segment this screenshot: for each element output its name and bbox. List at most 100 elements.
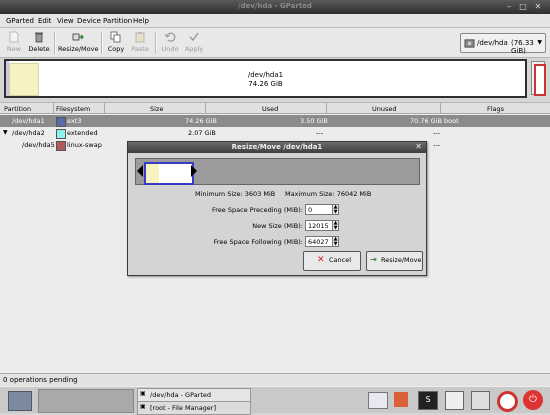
chevron-down-icon: ▼ xyxy=(537,39,542,46)
menu-help[interactable]: Help xyxy=(133,17,149,25)
trash-icon xyxy=(35,32,43,43)
taskbar-task-gparted[interactable]: ▣ /dev/hda - GParted xyxy=(137,388,251,402)
toolbar-separator xyxy=(101,32,103,54)
start-menu-icon[interactable] xyxy=(8,391,32,411)
spin-buttons[interactable]: ▲ ▼ xyxy=(332,236,339,247)
col-filesystem[interactable]: Filesystem xyxy=(56,105,90,113)
paste-icon xyxy=(135,32,145,43)
free-space-preceding-label: Free Space Preceding (MiB): xyxy=(211,206,303,214)
col-flags[interactable]: Flags xyxy=(487,105,504,113)
paste-button[interactable]: Paste xyxy=(129,30,151,56)
desktop-switcher[interactable] xyxy=(38,389,134,413)
power-icon[interactable]: ⏻ xyxy=(523,390,543,410)
menu-device[interactable]: Device xyxy=(77,17,101,25)
dialog-title: Resize/Move /dev/hda1 xyxy=(231,143,323,151)
partition-block[interactable] xyxy=(144,162,194,185)
row-size: 2.07 GiB xyxy=(188,129,216,137)
minimize-icon[interactable]: – xyxy=(504,2,514,12)
resize-move-confirm-label: Resize/Move xyxy=(381,256,422,264)
row-partition: /dev/hda1 xyxy=(12,117,45,125)
menu-bar: GParted Edit View Device Partition Help xyxy=(0,14,550,28)
window-title: /dev/hda - GParted xyxy=(238,2,312,10)
taskbar: ▣ /dev/hda - GParted ▣ [root - File Mana… xyxy=(0,386,550,415)
filesystem-color-swatch xyxy=(56,117,66,127)
filesystem-color-swatch xyxy=(56,141,66,151)
row-size: 74.26 GiB xyxy=(185,117,217,125)
table-row[interactable]: /dev/hda1 ext3 74.26 GiB 3.50 GiB 70.76 … xyxy=(0,115,550,127)
window-icon: ▣ xyxy=(140,403,146,410)
cancel-button[interactable]: ✕ Cancel xyxy=(303,251,361,271)
lifebuoy-icon[interactable] xyxy=(497,391,518,412)
toolbar-separator xyxy=(155,32,157,54)
right-handle-icon[interactable] xyxy=(191,165,197,177)
menu-partition[interactable]: Partition xyxy=(103,17,132,25)
row-partition: /dev/hda5 xyxy=(22,141,55,149)
col-used[interactable]: Used xyxy=(262,105,278,113)
row-filesystem: extended xyxy=(67,129,98,137)
partition-map[interactable]: /dev/hda1 74.26 GiB xyxy=(4,59,527,98)
partition-map-scrollbar[interactable] xyxy=(531,61,546,96)
column-divider xyxy=(53,103,54,114)
menu-view[interactable]: View xyxy=(57,17,74,25)
toolbar-separator xyxy=(54,32,56,54)
used-space-block xyxy=(146,164,159,183)
new-button[interactable]: New xyxy=(4,30,24,56)
spin-buttons[interactable]: ▲ ▼ xyxy=(332,204,339,215)
filesystem-color-swatch xyxy=(56,129,66,139)
apply-button[interactable]: Apply xyxy=(183,30,205,56)
cancel-label: Cancel xyxy=(329,256,352,264)
new-size-label: New Size (MiB): xyxy=(252,222,303,230)
row-unused: --- xyxy=(433,129,441,137)
network-icon[interactable] xyxy=(394,392,408,407)
delete-button[interactable]: Delete xyxy=(27,30,51,56)
resize-move-dialog: Resize/Move /dev/hda1 ✕ Minimum Size: 36… xyxy=(127,141,427,276)
minimum-size-text: Minimum Size: 3603 MiB xyxy=(195,190,276,198)
resize-move-label: Resize/Move xyxy=(58,45,99,53)
screenshot-icon[interactable] xyxy=(471,391,490,410)
row-used: 3.50 GiB xyxy=(300,117,328,125)
copy-button[interactable]: Copy xyxy=(106,30,126,56)
paste-label: Paste xyxy=(131,45,149,53)
row-partition: /dev/hda2 xyxy=(12,129,45,137)
undo-button[interactable]: Undo xyxy=(160,30,180,56)
col-unused[interactable]: Unused xyxy=(372,105,397,113)
col-partition[interactable]: Partition xyxy=(4,105,31,113)
spin-buttons[interactable]: ▲ ▼ xyxy=(332,220,339,231)
device-name: /dev/hda xyxy=(477,39,508,47)
row-filesystem: linux-swap xyxy=(67,141,102,149)
window-titlebar: /dev/hda - GParted – □ ✕ xyxy=(0,0,550,14)
row-unused: 70.76 GiB xyxy=(410,117,442,125)
task-label: /dev/hda - GParted xyxy=(150,391,212,399)
resize-move-confirm-button[interactable]: ⇥ Resize/Move xyxy=(366,251,423,271)
column-divider xyxy=(104,103,105,114)
undo-icon xyxy=(164,32,176,42)
editor-icon[interactable] xyxy=(445,391,464,410)
status-bar: 0 operations pending xyxy=(0,373,550,386)
maximize-icon[interactable]: □ xyxy=(518,2,528,12)
scroll-handle[interactable] xyxy=(534,64,546,96)
dialog-titlebar: Resize/Move /dev/hda1 ✕ xyxy=(128,142,426,153)
free-space-following-label: Free Space Following (MiB): xyxy=(213,238,303,246)
status-text: 0 operations pending xyxy=(3,376,78,384)
column-divider xyxy=(205,103,206,114)
terminal-icon[interactable]: S xyxy=(418,391,438,410)
left-handle-icon[interactable] xyxy=(137,165,143,177)
menu-edit[interactable]: Edit xyxy=(38,17,52,25)
apply-label: Apply xyxy=(184,45,204,53)
resize-graph[interactable] xyxy=(135,158,420,185)
mail-icon[interactable] xyxy=(368,392,388,409)
menu-gparted[interactable]: GParted xyxy=(6,17,34,25)
col-size[interactable]: Size xyxy=(150,105,163,113)
task-label: [root - File Manager] xyxy=(150,404,217,412)
resize-move-button[interactable]: Resize/Move xyxy=(58,30,98,56)
close-icon[interactable]: ✕ xyxy=(415,142,422,151)
table-row[interactable]: ▼ /dev/hda2 extended 2.07 GiB --- --- xyxy=(0,127,550,139)
copy-label: Copy xyxy=(107,45,125,53)
disk-icon xyxy=(464,39,475,48)
new-label: New xyxy=(6,45,22,53)
device-selector[interactable]: /dev/hda (76.33 GiB) ▼ xyxy=(460,33,546,55)
apply-icon xyxy=(189,32,199,42)
partition-map-size: 74.26 GiB xyxy=(248,80,283,88)
close-icon[interactable]: ✕ xyxy=(533,2,543,12)
cancel-icon: ✕ xyxy=(317,255,325,265)
